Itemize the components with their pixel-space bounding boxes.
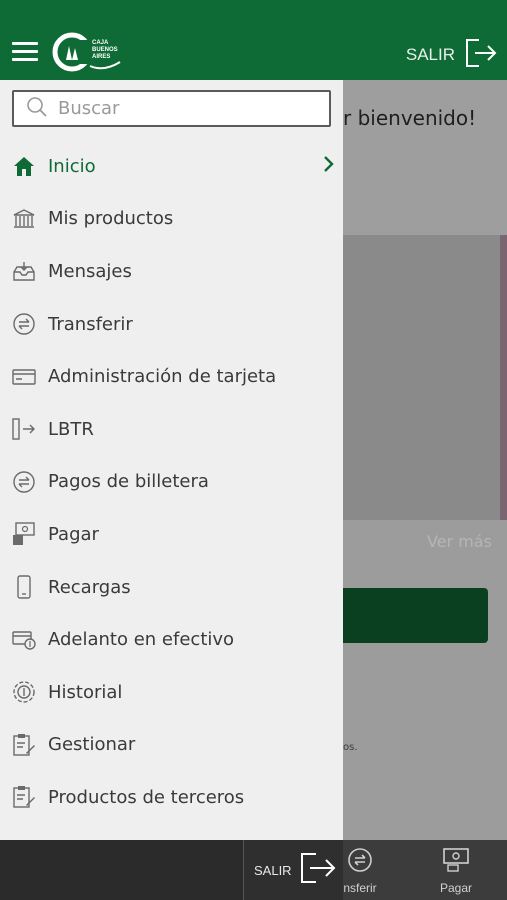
ver-mas-link[interactable]: Ver más (427, 532, 492, 551)
menu-item-label: Transferir (48, 313, 133, 335)
welcome-panel (343, 80, 507, 235)
menu-item-inicio[interactable]: Inicio (0, 140, 343, 193)
home-icon (12, 154, 36, 178)
drawer-footer (0, 840, 243, 900)
menu-item-label: Inicio (48, 155, 96, 177)
background-accent-strip (500, 235, 507, 520)
logo-text: CAJA BUENOS AIRES (92, 40, 118, 60)
caja-buenos-aires-logo: CAJA BUENOS AIRES (52, 32, 124, 72)
menu-item-recargas[interactable]: Recargas (0, 561, 343, 614)
menu-item-gestionar[interactable]: Gestionar (0, 719, 343, 772)
menu-item-productos-terceros[interactable]: Productos de terceros (0, 771, 343, 824)
clipboard-edit-icon (12, 785, 36, 809)
menu-item-label: Pagos de billetera (48, 471, 209, 493)
phone-icon (12, 575, 36, 599)
inbox-icon (12, 259, 36, 283)
bottom-tab-pagar[interactable]: Pagar (416, 842, 496, 900)
pay-icon (442, 847, 470, 877)
menu-item-label: LBTR (48, 418, 94, 440)
menu-item-label: Productos de terceros (48, 786, 245, 808)
welcome-text: r bienvenido! (343, 106, 477, 130)
menu-item-label: Administración de tarjeta (48, 366, 277, 388)
primary-action-button[interactable] (343, 588, 488, 643)
clipboard-edit-icon (12, 733, 36, 757)
chevron-right-icon (323, 155, 335, 177)
menu-item-label: Mis productos (48, 208, 174, 230)
menu-item-mis-productos[interactable]: Mis productos (0, 193, 343, 246)
menu-item-pagos-billetera[interactable]: Pagos de billetera (0, 456, 343, 509)
menu-list: Inicio Mis productos Mensajes Transferir (0, 140, 343, 824)
menu-item-label: Recargas (48, 576, 131, 598)
footnote-text: os. (343, 742, 358, 753)
bottom-exit-label: SALIR (254, 862, 292, 878)
menu-item-label: Historial (48, 681, 123, 703)
content-panel (343, 520, 507, 840)
menu-item-administracion-tarjeta[interactable]: Administración de tarjeta (0, 350, 343, 403)
pay-icon (12, 522, 36, 546)
history-icon (12, 680, 36, 704)
cash-advance-icon (12, 628, 36, 652)
transfer-icon (12, 312, 36, 336)
bottom-tab-label: Pagar (439, 881, 473, 895)
transfer-icon (347, 847, 373, 877)
menu-item-transferir[interactable]: Transferir (0, 298, 343, 351)
menu-item-mensajes[interactable]: Mensajes (0, 245, 343, 298)
search-icon (26, 96, 48, 122)
top-exit-label: SALIR (405, 45, 455, 64)
top-bar: CAJA BUENOS AIRES SALIR (0, 0, 507, 80)
menu-item-lbtr[interactable]: LBTR (0, 403, 343, 456)
search-input[interactable] (58, 98, 318, 119)
menu-item-label: Mensajes (48, 260, 132, 282)
menu-item-label: Gestionar (48, 734, 136, 756)
menu-item-label: Pagar (48, 523, 99, 545)
navigation-drawer: Inicio Mis productos Mensajes Transferir (0, 80, 343, 840)
search-box[interactable] (12, 90, 331, 127)
lbtr-icon (12, 417, 36, 441)
wallet-transfer-icon (12, 470, 36, 494)
bottom-tab-label: nsferir (343, 881, 377, 895)
hamburger-menu-icon[interactable] (12, 42, 38, 62)
card-icon (12, 365, 36, 389)
menu-item-pagar[interactable]: Pagar (0, 508, 343, 561)
exit-icon (465, 38, 497, 72)
menu-item-historial[interactable]: Historial (0, 666, 343, 719)
menu-item-adelanto-efectivo[interactable]: Adelanto en efectivo (0, 613, 343, 666)
top-exit-button[interactable]: SALIR (406, 38, 497, 72)
menu-item-label: Adelanto en efectivo (48, 629, 235, 651)
bank-icon (12, 207, 36, 231)
bottom-tab-transferir[interactable]: nsferir (320, 842, 400, 900)
